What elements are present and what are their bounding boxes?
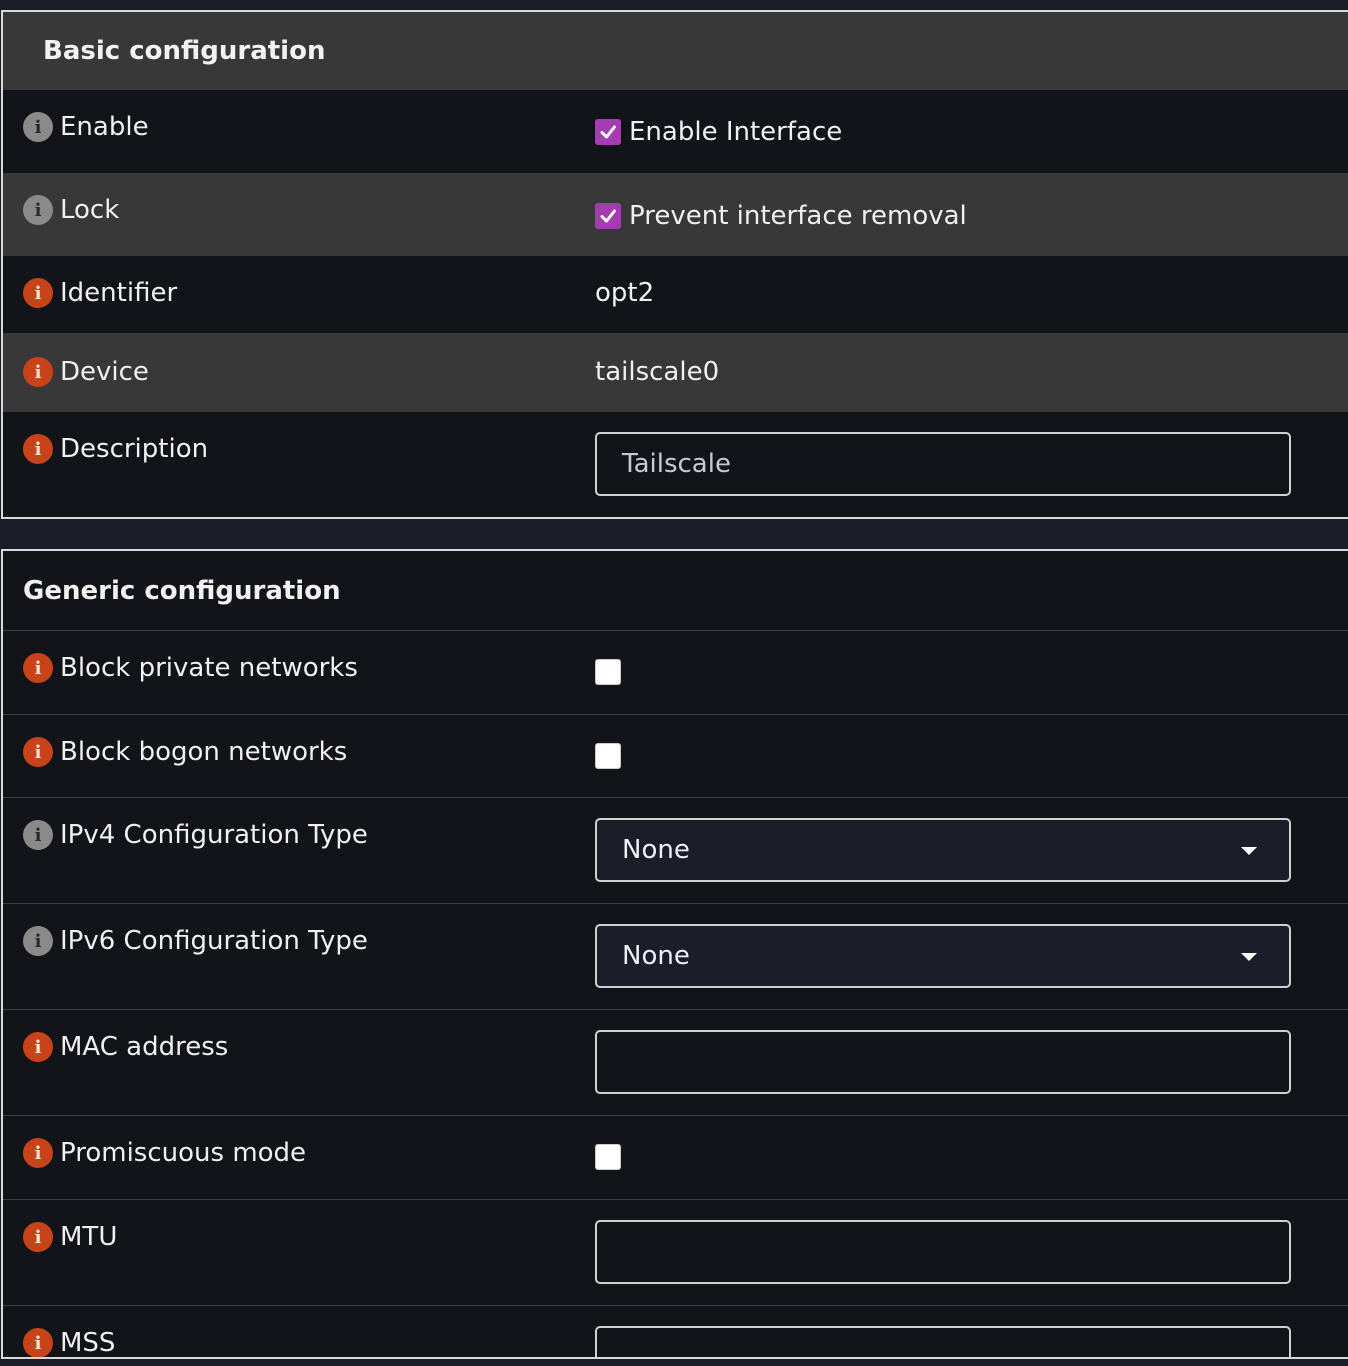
- prevent-removal-checkbox-group[interactable]: Prevent interface removal: [595, 201, 967, 231]
- basic-configuration-panel: Basic configuration i Enable Enable Inte…: [1, 10, 1348, 519]
- lock-row: i Lock Prevent interface removal: [3, 173, 1348, 256]
- identifier-value: opt2: [595, 278, 655, 308]
- ipv4-type-selected: None: [622, 835, 690, 865]
- device-value: tailscale0: [595, 357, 720, 387]
- prevent-removal-checkbox[interactable]: [595, 203, 621, 229]
- device-label: Device: [60, 357, 149, 387]
- mss-input[interactable]: [595, 1326, 1291, 1357]
- info-icon[interactable]: i: [23, 820, 53, 850]
- info-icon[interactable]: i: [23, 357, 53, 387]
- info-icon[interactable]: i: [23, 1328, 53, 1357]
- info-icon[interactable]: i: [23, 737, 53, 767]
- enable-row: i Enable Enable Interface: [3, 90, 1348, 173]
- info-icon[interactable]: i: [23, 1222, 53, 1252]
- generic-configuration-panel: Generic configuration i Block private ne…: [1, 549, 1348, 1359]
- promiscuous-label: Promiscuous mode: [60, 1138, 307, 1168]
- lock-label: Lock: [60, 195, 120, 225]
- mtu-label: MTU: [60, 1222, 118, 1252]
- enable-interface-checkbox[interactable]: [595, 119, 621, 145]
- ipv6-type-row: i IPv6 Configuration Type None: [3, 904, 1348, 1010]
- caret-down-icon: [1241, 953, 1257, 961]
- info-icon[interactable]: i: [23, 434, 53, 464]
- mac-address-label: MAC address: [60, 1032, 229, 1062]
- prevent-removal-checkbox-label[interactable]: Prevent interface removal: [629, 201, 967, 231]
- info-icon[interactable]: i: [23, 112, 53, 142]
- mac-address-input[interactable]: [595, 1030, 1291, 1094]
- info-icon[interactable]: i: [23, 1138, 53, 1168]
- promiscuous-row: i Promiscuous mode: [3, 1116, 1348, 1200]
- ipv6-type-label: IPv6 Configuration Type: [60, 926, 368, 956]
- device-row: i Device tailscale0: [3, 333, 1348, 412]
- block-private-row: i Block private networks: [3, 631, 1348, 715]
- block-private-checkbox[interactable]: [595, 659, 621, 685]
- block-private-label: Block private networks: [60, 653, 358, 683]
- ipv4-type-label: IPv4 Configuration Type: [60, 820, 368, 850]
- ipv4-type-select[interactable]: None: [595, 818, 1291, 882]
- enable-interface-checkbox-group[interactable]: Enable Interface: [595, 117, 842, 147]
- description-row: i Description Tailscale: [3, 412, 1348, 517]
- info-icon[interactable]: i: [23, 653, 53, 683]
- mss-label: MSS: [60, 1328, 116, 1358]
- mtu-row: i MTU: [3, 1200, 1348, 1306]
- info-icon[interactable]: i: [23, 1032, 53, 1062]
- block-bogon-checkbox[interactable]: [595, 743, 621, 769]
- generic-configuration-title: Generic configuration: [3, 551, 1348, 631]
- mac-address-row: i MAC address: [3, 1010, 1348, 1116]
- promiscuous-checkbox[interactable]: [595, 1144, 621, 1170]
- info-icon[interactable]: i: [23, 195, 53, 225]
- identifier-row: i Identifier opt2: [3, 256, 1348, 333]
- check-icon: [600, 209, 616, 223]
- mss-row: i MSS: [3, 1306, 1348, 1358]
- description-label: Description: [60, 434, 209, 464]
- ipv6-type-select[interactable]: None: [595, 924, 1291, 988]
- block-bogon-row: i Block bogon networks: [3, 715, 1348, 798]
- enable-label: Enable: [60, 112, 149, 142]
- enable-interface-checkbox-label[interactable]: Enable Interface: [629, 117, 842, 147]
- identifier-label: Identifier: [60, 278, 178, 308]
- ipv4-type-row: i IPv4 Configuration Type None: [3, 798, 1348, 904]
- block-bogon-label: Block bogon networks: [60, 737, 348, 767]
- caret-down-icon: [1241, 847, 1257, 855]
- mtu-input[interactable]: [595, 1220, 1291, 1284]
- description-input[interactable]: Tailscale: [595, 432, 1291, 496]
- ipv6-type-selected: None: [622, 941, 690, 971]
- info-icon[interactable]: i: [23, 926, 53, 956]
- check-icon: [600, 125, 616, 139]
- info-icon[interactable]: i: [23, 278, 53, 308]
- basic-configuration-title: Basic configuration: [3, 12, 1348, 90]
